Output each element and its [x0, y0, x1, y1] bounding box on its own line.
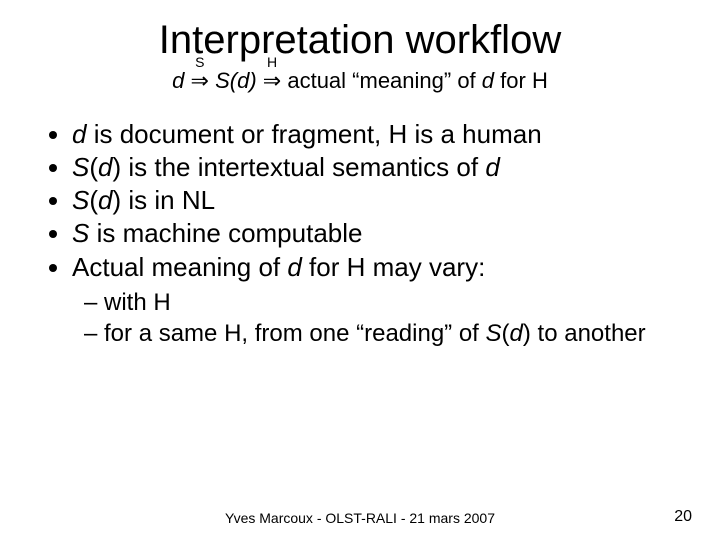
b1-rest: is document or fragment, H is a human	[86, 119, 541, 149]
page-number: 20	[674, 508, 692, 526]
list-item: S(d) is in NL	[72, 184, 684, 217]
b3-lp: (	[89, 185, 98, 215]
b5-d: d	[287, 252, 301, 282]
bullet-list: d is document or fragment, H is a human …	[44, 118, 684, 350]
slide-title: Interpretation workflow	[36, 18, 684, 63]
arrow-h-label: H	[263, 53, 281, 71]
b5-pre: Actual meaning of	[72, 252, 287, 282]
sub-list: – with H – for a same H, from one “readi…	[84, 288, 684, 349]
list-item: Actual meaning of d for H may vary: – wi…	[72, 251, 684, 350]
formula-tail: for H	[500, 68, 548, 93]
formula-rest: actual “meaning” of	[287, 68, 481, 93]
list-item: S(d) is the intertextual semantics of d	[72, 151, 684, 184]
double-arrow-icon: ⇒	[263, 68, 281, 93]
s2-post: ) to another	[523, 320, 646, 347]
sub-item: – with H	[84, 288, 684, 319]
b5-post: for H may vary:	[302, 252, 485, 282]
var-sd: S(d)	[215, 68, 257, 93]
arrow-s: S ⇒	[191, 67, 209, 96]
formula-line: d S ⇒ S(d) H ⇒ actual “meaning” of d for…	[36, 67, 684, 96]
sub-item: – for a same H, from one “reading” of S(…	[84, 319, 684, 350]
s2-pre: – for a same H, from one “reading” of	[84, 320, 486, 347]
list-item: d is document or fragment, H is a human	[72, 118, 684, 151]
arrow-s-label: S	[191, 53, 209, 71]
b2-S: S	[72, 152, 89, 182]
b4-S: S	[72, 218, 89, 248]
b3-S: S	[72, 185, 89, 215]
list-item: S is machine computable	[72, 217, 684, 250]
b2-d2: d	[485, 152, 499, 182]
var-d: d	[172, 68, 184, 93]
b2-rest: ) is the intertextual semantics of	[112, 152, 485, 182]
b1-d: d	[72, 119, 86, 149]
s2-d: d	[510, 320, 523, 347]
b4-rest: is machine computable	[89, 218, 362, 248]
s2-lp: (	[502, 320, 510, 347]
s2-S: S	[486, 320, 502, 347]
b3-d: d	[98, 185, 112, 215]
b2-lp: (	[89, 152, 98, 182]
b3-rest: ) is in NL	[112, 185, 215, 215]
var-d2: d	[482, 68, 494, 93]
double-arrow-icon: ⇒	[191, 68, 209, 93]
arrow-h: H ⇒	[263, 67, 281, 96]
footer-text: Yves Marcoux - OLST-RALI - 21 mars 2007	[0, 510, 720, 526]
slide: Interpretation workflow d S ⇒ S(d) H ⇒ a…	[0, 0, 720, 540]
b2-d: d	[98, 152, 112, 182]
